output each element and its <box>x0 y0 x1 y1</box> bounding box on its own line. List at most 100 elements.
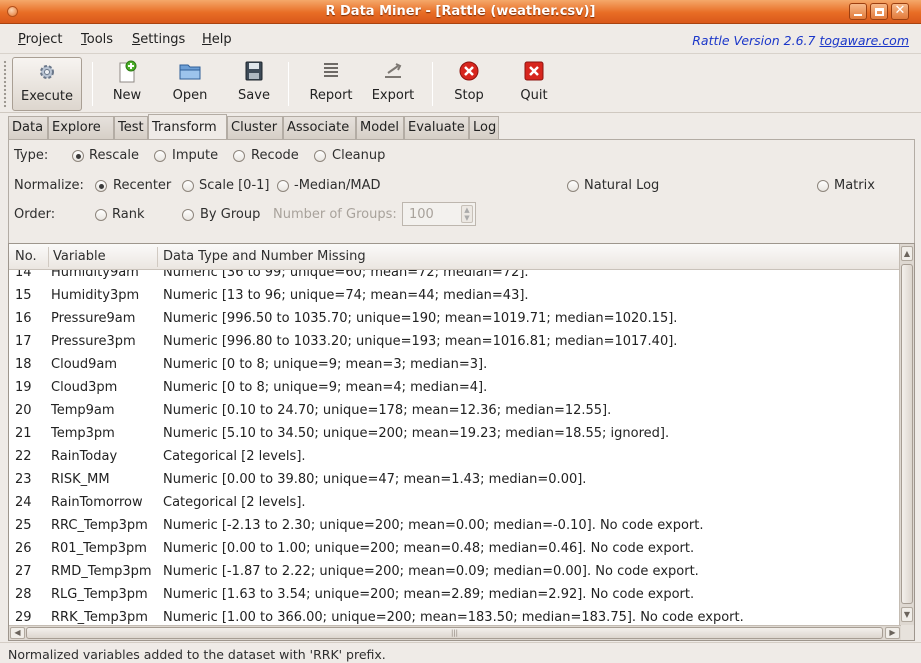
data-type-info: Numeric [5.10 to 34.50; unique=200; mean… <box>163 426 670 441</box>
tab-transform[interactable]: Transform <box>148 114 227 139</box>
vertical-scrollbar[interactable]: ▲ ▼ <box>899 244 914 625</box>
radio-rank[interactable] <box>95 209 107 221</box>
normalize-label: Normalize: <box>14 178 84 193</box>
variable-name: RMD_Temp3pm <box>51 564 152 579</box>
row-number: 17 <box>15 334 32 349</box>
row-number: 20 <box>15 403 32 418</box>
menu-help-mnemonic: H <box>202 32 212 47</box>
recode-label[interactable]: Recode <box>251 148 299 163</box>
radio-rescale[interactable] <box>72 150 84 162</box>
table-row[interactable]: 29 RRK_Temp3pm Numeric [1.00 to 366.00; un… <box>9 607 901 626</box>
stop-button[interactable]: Stop <box>448 57 490 111</box>
row-number: 15 <box>15 288 32 303</box>
scale-0-1-label[interactable]: Scale [0-1] <box>199 178 269 193</box>
menu-tools[interactable]: Tools <box>81 32 113 47</box>
table-row[interactable]: 21 Temp3pm Numeric [5.10 to 34.50; unique=… <box>9 423 901 446</box>
tab-data[interactable]: Data <box>8 116 48 139</box>
rescale-label[interactable]: Rescale <box>89 148 139 163</box>
vertical-scroll-thumb[interactable] <box>901 264 913 604</box>
number-of-groups-spinner[interactable]: 100 ▲ ▼ <box>402 202 476 226</box>
execute-button[interactable]: Execute <box>12 57 82 111</box>
radio-scale-0-1[interactable] <box>182 180 194 192</box>
radio-by-group[interactable] <box>182 209 194 221</box>
new-button[interactable]: New <box>104 57 150 111</box>
open-button[interactable]: Open <box>164 57 216 111</box>
table-row[interactable]: 24 RainTomorrow Categorical [2 levels]. <box>9 492 901 515</box>
radio-impute[interactable] <box>154 150 166 162</box>
number-of-groups-value[interactable]: 100 <box>409 207 434 222</box>
variable-name: Pressure3pm <box>51 334 136 349</box>
horizontal-scroll-thumb[interactable]: ||| <box>26 627 883 639</box>
close-icon: ✕ <box>894 3 906 18</box>
data-type-info: Numeric [-2.13 to 2.30; unique=200; mean… <box>163 518 704 533</box>
new-document-icon <box>104 60 150 84</box>
menu-project-mnemonic: P <box>18 32 26 47</box>
stop-label: Stop <box>454 88 484 103</box>
tab-log[interactable]: Log <box>469 116 499 139</box>
impute-label[interactable]: Impute <box>172 148 218 163</box>
table-row[interactable]: 28 RLG_Temp3pm Numeric [1.63 to 3.54; uniq… <box>9 584 901 607</box>
table-row[interactable]: 17 Pressure3pm Numeric [996.80 to 1033.20;… <box>9 331 901 354</box>
maximize-button[interactable] <box>870 3 888 20</box>
table-row[interactable]: 23 RISK_MM Numeric [0.00 to 39.80; unique=… <box>9 469 901 492</box>
scroll-left-icon[interactable]: ◀ <box>10 627 25 639</box>
toolbar-grip[interactable] <box>3 60 7 108</box>
quit-button[interactable]: Quit <box>514 57 554 111</box>
export-button[interactable]: Export <box>368 57 418 111</box>
report-button[interactable]: Report <box>302 57 360 111</box>
row-number: 24 <box>15 495 32 510</box>
matrix-label[interactable]: Matrix <box>834 178 875 193</box>
table-row[interactable]: 19 Cloud3pm Numeric [0 to 8; unique=9; mea… <box>9 377 901 400</box>
radio-median-mad[interactable] <box>277 180 289 192</box>
toolbar-separator <box>288 62 289 106</box>
column-header-variable[interactable]: Variable <box>53 249 106 264</box>
table-row[interactable]: 14 Humidity9am Numeric [36 to 99; unique=6… <box>9 270 901 285</box>
tab-evaluate[interactable]: Evaluate <box>404 116 469 139</box>
radio-cleanup[interactable] <box>314 150 326 162</box>
export-label: Export <box>371 88 415 103</box>
data-type-info: Numeric [-1.87 to 2.22; unique=200; mean… <box>163 564 699 579</box>
natural-log-label[interactable]: Natural Log <box>584 178 659 193</box>
column-header-data-type[interactable]: Data Type and Number Missing <box>163 249 366 264</box>
table-row[interactable]: 26 R01_Temp3pm Numeric [0.00 to 1.00; uniq… <box>9 538 901 561</box>
tab-test[interactable]: Test <box>114 116 148 139</box>
recenter-label[interactable]: Recenter <box>113 178 171 193</box>
tab-explore[interactable]: Explore <box>48 116 114 139</box>
toolbar-separator <box>432 62 433 106</box>
close-button[interactable]: ✕ <box>891 3 909 20</box>
data-type-info: Numeric [0.10 to 24.70; unique=178; mean… <box>163 403 612 418</box>
median-mad-label[interactable]: -Median/MAD <box>294 178 380 193</box>
quit-label: Quit <box>520 88 548 103</box>
radio-natural-log[interactable] <box>567 180 579 192</box>
save-button[interactable]: Save <box>232 57 276 111</box>
rank-label[interactable]: Rank <box>112 207 144 222</box>
scroll-down-icon[interactable]: ▼ <box>901 607 913 622</box>
tab-model[interactable]: Model <box>356 116 404 139</box>
tab-cluster[interactable]: Cluster <box>227 116 283 139</box>
radio-matrix[interactable] <box>817 180 829 192</box>
radio-recenter[interactable] <box>95 180 107 192</box>
scroll-up-icon[interactable]: ▲ <box>901 246 913 261</box>
menu-help[interactable]: Help <box>202 32 232 47</box>
menu-settings[interactable]: Settings <box>132 32 185 47</box>
spinner-arrows-icon[interactable]: ▲ ▼ <box>461 205 473 223</box>
cleanup-label[interactable]: Cleanup <box>332 148 385 163</box>
column-header-no[interactable]: No. <box>15 249 37 264</box>
table-row[interactable]: 15 Humidity3pm Numeric [13 to 96; unique=7… <box>9 285 901 308</box>
radio-recode[interactable] <box>233 150 245 162</box>
menu-project[interactable]: Project <box>18 32 63 47</box>
table-row[interactable]: 25 RRC_Temp3pm Numeric [-2.13 to 2.30; uni… <box>9 515 901 538</box>
variables-table: No. Variable Data Type and Number Missin… <box>8 243 915 641</box>
minimize-button[interactable] <box>849 3 867 20</box>
table-row[interactable]: 22 RainToday Categorical [2 levels]. <box>9 446 901 469</box>
horizontal-scrollbar[interactable]: ◀ ||| ▶ <box>9 625 901 640</box>
togaware-link[interactable]: togaware.com <box>819 33 909 48</box>
tab-associate[interactable]: Associate <box>283 116 356 139</box>
scroll-right-icon[interactable]: ▶ <box>885 627 900 639</box>
by-group-label[interactable]: By Group <box>200 207 260 222</box>
table-row[interactable]: 16 Pressure9am Numeric [996.50 to 1035.70;… <box>9 308 901 331</box>
table-row[interactable]: 27 RMD_Temp3pm Numeric [-1.87 to 2.22; uni… <box>9 561 901 584</box>
title-bar[interactable]: R Data Miner - [Rattle (weather.csv)] ✕ <box>0 0 921 24</box>
table-row[interactable]: 18 Cloud9am Numeric [0 to 8; unique=9; mea… <box>9 354 901 377</box>
table-row[interactable]: 20 Temp9am Numeric [0.10 to 24.70; unique=… <box>9 400 901 423</box>
